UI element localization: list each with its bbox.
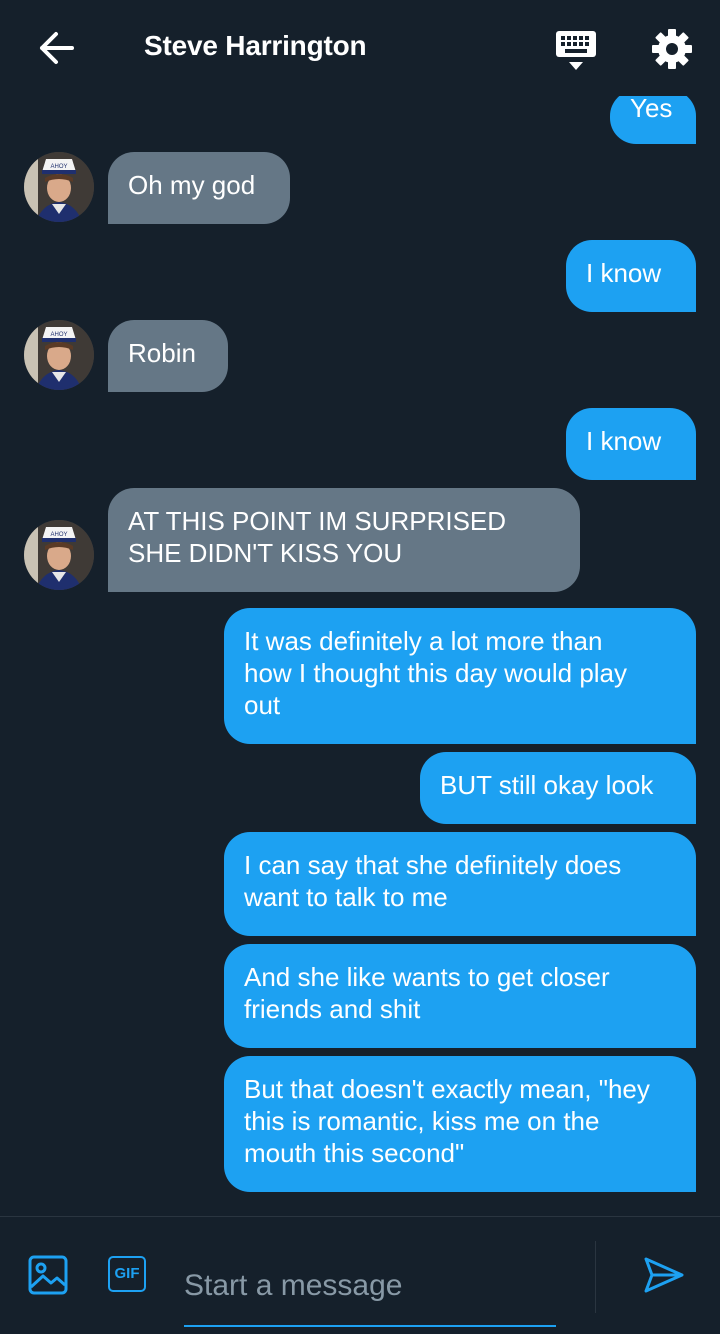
settings-button[interactable] <box>650 27 694 71</box>
keyboard-button[interactable] <box>553 28 599 74</box>
message-list[interactable]: Yes AHOY Oh my god I know AHOY Robin I k… <box>0 96 720 1216</box>
message-bubble-outgoing[interactable]: I know <box>566 408 696 480</box>
keyboard-icon <box>556 31 596 70</box>
avatar[interactable]: AHOY <box>24 320 94 390</box>
composer-divider <box>595 1241 596 1313</box>
message-bubble-outgoing[interactable]: And she like wants to get closer friends… <box>224 944 696 1048</box>
avatar[interactable]: AHOY <box>24 152 94 222</box>
add-image-button[interactable] <box>28 1255 68 1295</box>
avatar-hat-text: AHOY <box>50 164 67 170</box>
contact-photo: AHOY <box>24 152 94 222</box>
message-composer: GIF <box>0 1216 720 1334</box>
gif-button[interactable]: GIF <box>108 1256 146 1292</box>
send-icon <box>644 1257 684 1293</box>
message-bubble-incoming[interactable]: AT THIS POINT IM SURPRISED SHE DIDN'T KI… <box>108 488 580 592</box>
avatar[interactable]: AHOY <box>24 520 94 590</box>
message-bubble-incoming[interactable]: Oh my god <box>108 152 290 224</box>
conversation-title: Steve Harrington <box>144 30 367 61</box>
gear-icon <box>652 29 692 69</box>
message-bubble-outgoing[interactable]: Yes <box>610 96 696 144</box>
avatar-hat-text: AHOY <box>50 532 67 538</box>
image-icon <box>28 1255 68 1295</box>
conversation-header: Steve Harrington <box>0 0 720 96</box>
message-bubble-outgoing[interactable]: I can say that she definitely does want … <box>224 832 696 936</box>
contact-photo: AHOY <box>24 320 94 390</box>
message-bubble-outgoing[interactable]: It was definitely a lot more than how I … <box>224 608 696 744</box>
message-bubble-outgoing[interactable]: But that doesn't exactly mean, "hey this… <box>224 1056 696 1192</box>
message-bubble-incoming[interactable]: Robin <box>108 320 228 392</box>
arrow-left-icon <box>40 32 74 64</box>
message-bubble-outgoing[interactable]: I know <box>566 240 696 312</box>
message-input[interactable] <box>184 1247 556 1327</box>
back-button[interactable] <box>36 30 76 66</box>
contact-photo: AHOY <box>24 520 94 590</box>
message-bubble-outgoing[interactable]: BUT still okay look <box>420 752 696 824</box>
send-button[interactable] <box>642 1255 686 1295</box>
avatar-hat-text: AHOY <box>50 332 67 338</box>
